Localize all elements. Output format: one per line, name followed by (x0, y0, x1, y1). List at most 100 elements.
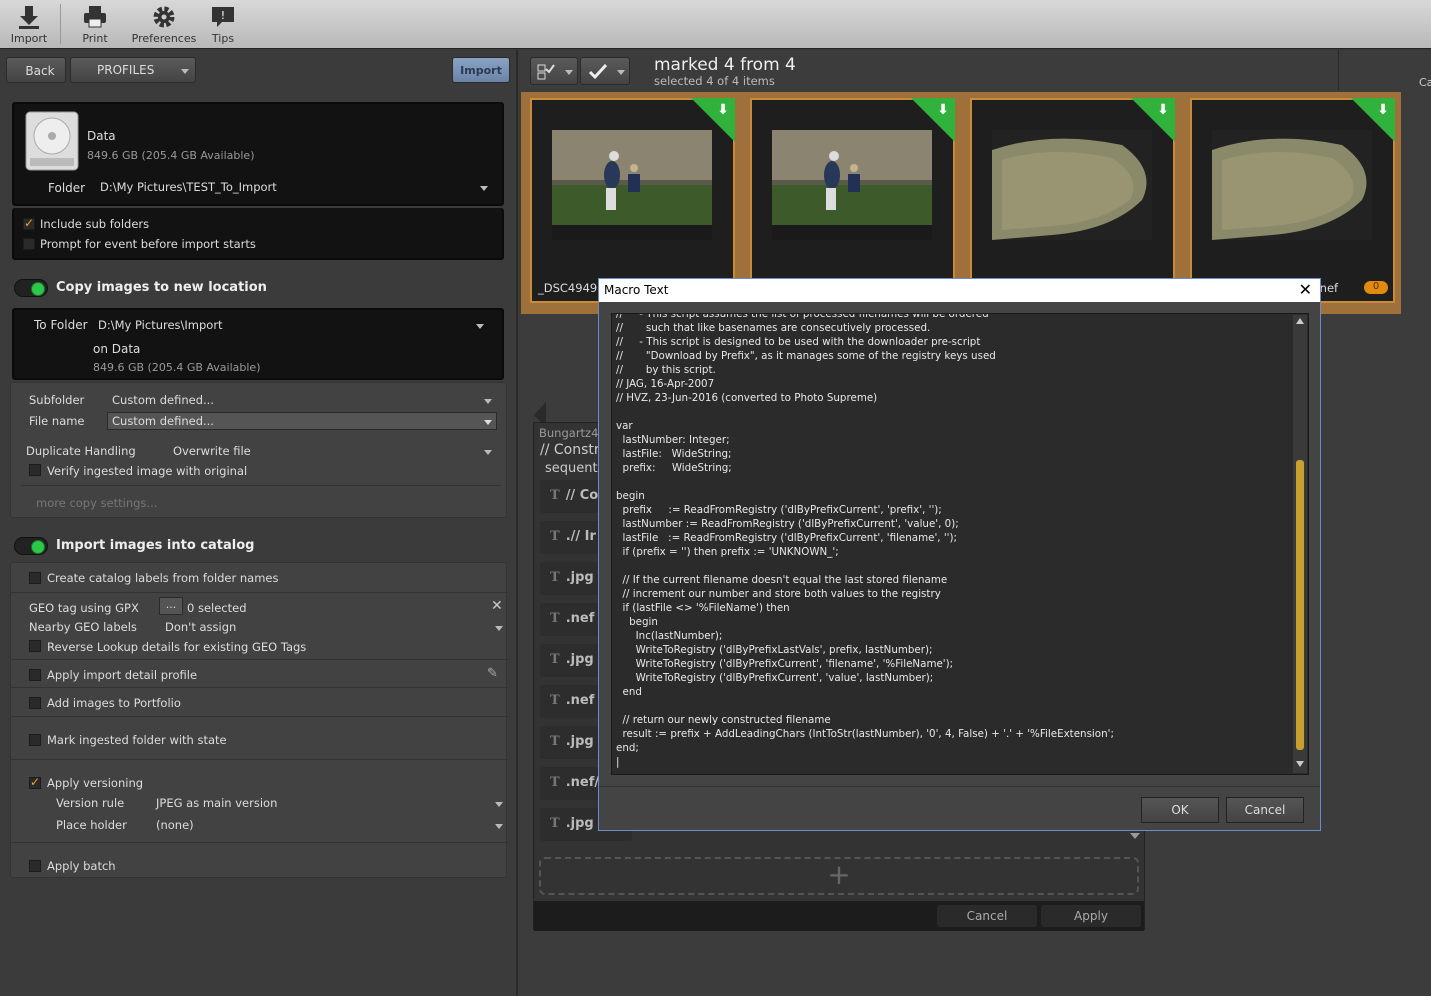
cancel-label: Cancel (1244, 803, 1286, 817)
scroll-down-icon[interactable] (1296, 761, 1304, 767)
verify-checkbox[interactable] (29, 464, 41, 476)
duplicate-handling-value[interactable]: Overwrite file (173, 444, 251, 458)
include-subfolders-label: Include sub folders (40, 217, 150, 231)
subfolder-label: Subfolder (29, 393, 85, 407)
import-toolbar-button[interactable]: Import (6, 4, 52, 46)
macro-code-editor[interactable]: // - This script assumes the list of pro… (611, 313, 1309, 775)
photo-lichen-rock (992, 130, 1152, 240)
add-step-button[interactable]: + (539, 857, 1139, 895)
chevron-down-icon[interactable] (476, 324, 484, 329)
geo-tag-label: GEO tag using GPX (29, 601, 139, 615)
reverse-lookup-label: Reverse Lookup details for existing GEO … (47, 640, 307, 654)
folder-path[interactable]: D:\My Pictures\TEST_To_Import (100, 180, 277, 194)
scroll-up-icon[interactable] (1296, 318, 1304, 324)
chevron-down-icon[interactable] (484, 450, 492, 455)
thumbnail-3[interactable]: ⬇ (970, 98, 1175, 303)
edge-label: Ca (1419, 76, 1431, 89)
source-drive-box[interactable]: Data 849.6 GB (205.4 GB Available) Folde… (12, 102, 504, 206)
apply-profile-checkbox[interactable] (29, 669, 41, 681)
macro-text-dialog: Macro Text ✕ // - This script assumes th… (598, 278, 1321, 831)
include-subfolders-checkbox[interactable] (23, 216, 35, 230)
profiles-label: PROFILES (97, 63, 155, 77)
status-badge: 0 (1364, 281, 1388, 294)
chevron-down-icon[interactable] (495, 626, 503, 631)
photo-people-garden (772, 130, 932, 240)
chevron-down-icon[interactable] (484, 399, 492, 404)
to-folder-path[interactable]: D:\My Pictures\Import (98, 318, 223, 332)
macro-code-text: // - This script assumes the list of pro… (616, 313, 1114, 768)
mark-button[interactable] (580, 57, 630, 85)
print-label: Print (82, 32, 108, 45)
download-arrow-icon: ⬇ (717, 102, 729, 118)
code-scrollbar[interactable] (1293, 315, 1307, 773)
thumbnail-2[interactable]: ⬇ (750, 98, 955, 303)
gear-icon (153, 6, 175, 28)
download-icon (19, 6, 39, 29)
source-options: Include sub folders Prompt for event bef… (12, 208, 504, 260)
edit-icon[interactable]: ✎ (487, 666, 498, 681)
close-icon[interactable]: ✕ (491, 598, 503, 614)
macro-apply-button[interactable]: Apply (1041, 905, 1141, 927)
destination-drive: on Data (93, 342, 141, 356)
placeholder-value[interactable]: (none) (156, 818, 194, 832)
select-mode-button[interactable] (530, 57, 578, 85)
toolbar-separator (60, 4, 61, 44)
dialog-title: Macro Text (604, 283, 669, 297)
apply-profile-label: Apply import detail profile (47, 668, 198, 682)
filename-value: Custom defined... (112, 414, 214, 428)
ok-button[interactable]: OK (1141, 797, 1219, 823)
scroll-down-icon[interactable] (1130, 833, 1140, 839)
photo-people-garden (552, 130, 712, 240)
import-settings-panel: Back PROFILES Import Data 849.6 GB (205.… (0, 50, 518, 996)
subfolder-value[interactable]: Custom defined... (112, 393, 214, 407)
cancel-button[interactable]: Cancel (1226, 797, 1304, 823)
chevron-down-icon[interactable] (495, 824, 503, 829)
reverse-lookup-checkbox[interactable] (29, 640, 41, 652)
divider (11, 842, 508, 843)
prompt-event-checkbox[interactable] (23, 238, 35, 250)
text-icon: T (550, 488, 560, 503)
text-icon: T (550, 734, 560, 749)
apply-batch-checkbox[interactable] (29, 860, 41, 872)
divider (21, 485, 501, 486)
geo-browse-button[interactable]: ... (159, 597, 183, 615)
catalog-import-toggle[interactable] (14, 537, 48, 555)
prompt-event-label: Prompt for event before import starts (40, 237, 256, 251)
profiles-dropdown[interactable]: PROFILES (70, 57, 196, 83)
version-rule-value[interactable]: JPEG as main version (156, 796, 277, 810)
macro-title: Bungartz41 (539, 426, 606, 440)
chevron-down-icon[interactable] (480, 186, 488, 191)
apply-versioning-checkbox[interactable] (29, 775, 41, 789)
download-arrow-icon: ⬇ (937, 102, 949, 118)
mark-folder-label: Mark ingested folder with state (47, 733, 227, 747)
destination-box[interactable]: To Folder D:\My Pictures\Import on Data … (12, 308, 504, 380)
nearby-geo-label: Nearby GEO labels (29, 620, 137, 634)
version-rule-label: Version rule (56, 796, 125, 810)
thumbnail-4[interactable]: ⬇ (1190, 98, 1395, 303)
back-button[interactable]: Back (6, 57, 66, 83)
placeholder-label: Place holder (56, 818, 127, 832)
divider (11, 759, 508, 760)
create-labels-checkbox[interactable] (29, 572, 41, 584)
print-button[interactable]: Print (72, 4, 118, 46)
filename-dropdown[interactable]: Custom defined... (107, 412, 497, 430)
filename-label: File name (29, 414, 85, 428)
more-copy-settings-link[interactable]: more copy settings... (36, 496, 157, 510)
copy-images-toggle[interactable] (14, 279, 48, 297)
close-icon[interactable]: ✕ (1299, 280, 1312, 299)
divider (599, 786, 1320, 787)
chevron-down-icon (617, 70, 625, 75)
preferences-button[interactable]: Preferences (130, 4, 198, 46)
nearby-geo-value[interactable]: Don't assign (165, 620, 236, 634)
mark-folder-checkbox[interactable] (29, 734, 41, 746)
divider (11, 716, 508, 717)
text-icon: T (550, 570, 560, 585)
tips-button[interactable]: ! Tips (204, 4, 242, 46)
chevron-down-icon[interactable] (495, 802, 503, 807)
add-portfolio-checkbox[interactable] (29, 697, 41, 709)
scrollbar-thumb[interactable] (1296, 460, 1304, 750)
macro-cancel-button[interactable]: Cancel (937, 905, 1037, 927)
import-button[interactable]: Import (452, 57, 510, 83)
thumbnail-1[interactable]: ⬇ (530, 98, 735, 303)
apply-batch-label: Apply batch (47, 859, 116, 873)
